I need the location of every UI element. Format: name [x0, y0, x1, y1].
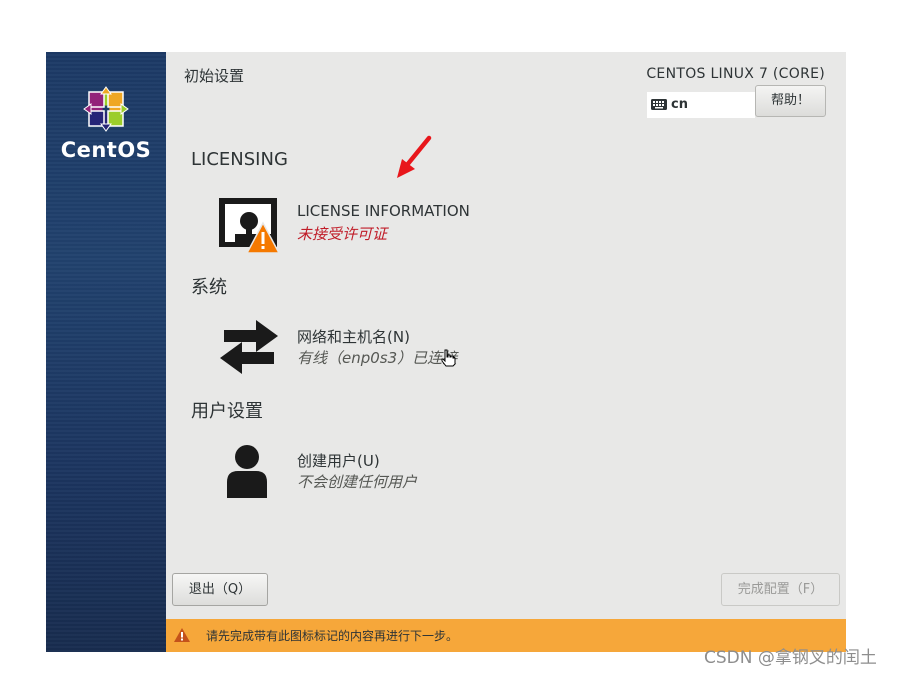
- sidebar: CentOS: [46, 52, 166, 652]
- watermark-text: CSDN @拿钢叉的闰土: [704, 648, 877, 668]
- spoke-title: LICENSE INFORMATION: [297, 202, 470, 220]
- section-heading-system: 系统: [191, 277, 227, 298]
- keyboard-layout-indicator[interactable]: cn: [647, 92, 755, 118]
- spoke-status: 不会创建任何用户: [297, 473, 418, 491]
- section-heading-user-settings: 用户设置: [191, 401, 263, 422]
- keyboard-layout-label: cn: [671, 97, 688, 112]
- spoke-title: 创建用户(U): [297, 452, 380, 470]
- license-warning-icon: [219, 198, 280, 254]
- help-button[interactable]: 帮助！: [755, 85, 826, 117]
- section-heading-licensing: LICENSING: [191, 149, 288, 170]
- warning-icon: [174, 628, 190, 642]
- keyboard-icon: [651, 99, 667, 110]
- quit-button[interactable]: 退出（Q）: [172, 573, 268, 606]
- hub-main: 初始设置 CENTOS LINUX 7 (CORE) cn 帮助！ LICENS…: [166, 52, 846, 652]
- spoke-status: 有线（enp0s3）已连接: [297, 349, 458, 367]
- centos-logo-icon: [83, 86, 129, 132]
- product-name: CENTOS LINUX 7 (CORE): [646, 66, 825, 82]
- spoke-title: 网络和主机名(N): [297, 328, 410, 346]
- spoke-status: 未接受许可证: [297, 225, 388, 243]
- user-icon: [227, 445, 267, 498]
- annotation-arrow-icon: [397, 135, 432, 178]
- hand-cursor-icon: [441, 349, 456, 367]
- network-arrows-icon: [220, 320, 278, 374]
- centos-logo-text: CentOS: [60, 138, 152, 162]
- page-title: 初始设置: [184, 67, 245, 85]
- warning-bar-text: 请先完成带有此图标标记的内容再进行下一步。: [206, 629, 459, 643]
- finish-configuration-button[interactable]: 完成配置（F）: [721, 573, 840, 606]
